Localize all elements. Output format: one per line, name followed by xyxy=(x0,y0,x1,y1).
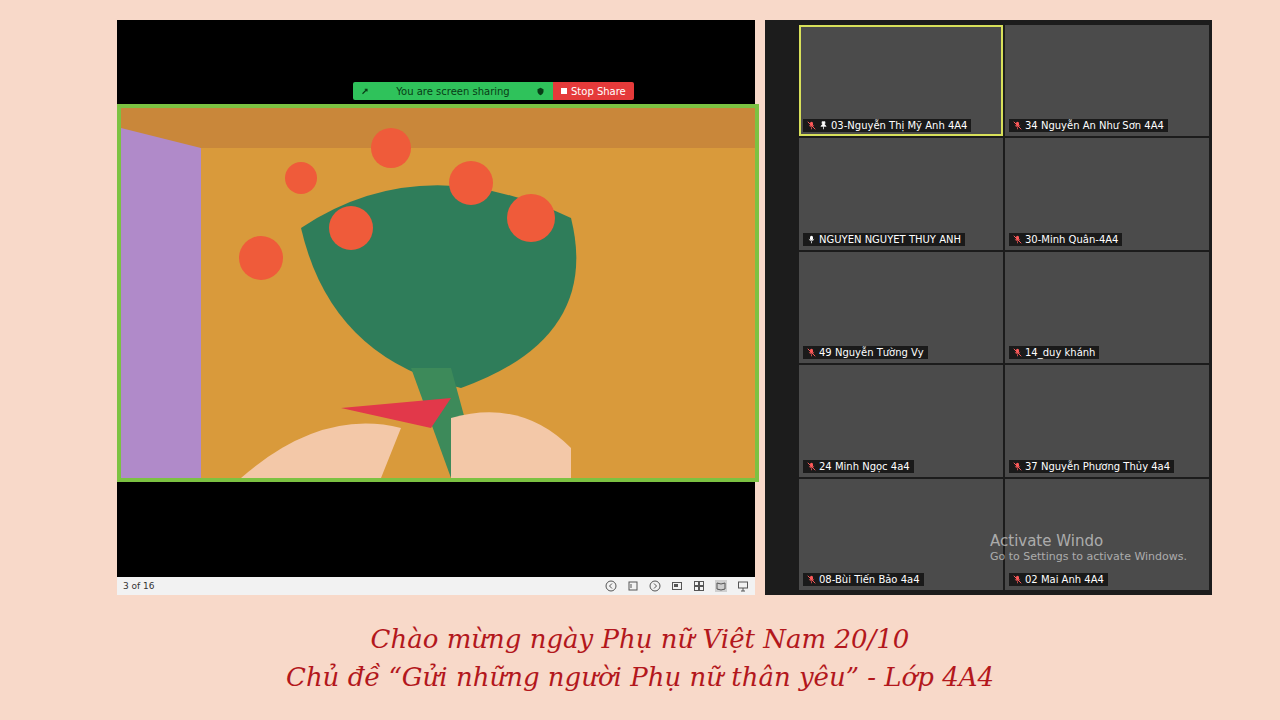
participant-tile[interactable]: 14_duy khánh xyxy=(1005,252,1209,363)
watermark-hint: Go to Settings to activate Windows. xyxy=(990,550,1187,563)
mic-muted-icon xyxy=(807,348,816,357)
mic-muted-icon xyxy=(1013,348,1022,357)
participant-tile[interactable]: 08-Bùi Tiến Bảo 4a4 xyxy=(799,479,1003,590)
previous-icon[interactable] xyxy=(605,580,617,592)
participant-tile[interactable]: 02 Mai Anh 4A4 xyxy=(1005,479,1209,590)
participant-tile[interactable]: 34 Nguyễn An Như Sơn 4A4 xyxy=(1005,25,1209,136)
caption-title: Chào mừng ngày Phụ nữ Việt Nam 20/10 xyxy=(371,624,910,654)
share-toolbar: You are screen sharing Stop Share xyxy=(353,82,634,100)
participant-tile[interactable]: 24 Minh Ngọc 4a4 xyxy=(799,365,1003,476)
meeting-stage: You are screen sharing Stop Share 3 of 16 0… xyxy=(0,0,1280,595)
participant-tile[interactable]: 49 Nguyễn Tường Vy xyxy=(799,252,1003,363)
share-top-area: You are screen sharing Stop Share xyxy=(117,20,755,104)
flower-bouquet-picture xyxy=(121,108,755,478)
participant-name: NGUYEN NGUYET THUY ANH xyxy=(819,234,961,245)
mic-muted-icon xyxy=(1013,462,1022,471)
shield-icon xyxy=(536,87,545,96)
share-blank xyxy=(117,482,755,577)
stop-share-label[interactable]: Stop Share xyxy=(571,86,626,97)
participant-name: 14_duy khánh xyxy=(1025,347,1095,358)
slideshow-icon[interactable] xyxy=(737,580,749,592)
stop-icon xyxy=(561,88,567,94)
participant-label: 49 Nguyễn Tường Vy xyxy=(803,346,928,359)
mic-muted-icon xyxy=(807,121,816,130)
stop-share-button[interactable]: Stop Share xyxy=(553,82,634,100)
participant-name: 03-Nguyễn Thị Mỹ Anh 4A4 xyxy=(831,120,967,131)
participant-name: 34 Nguyễn An Như Sơn 4A4 xyxy=(1025,120,1164,131)
mic-muted-icon xyxy=(807,575,816,584)
participant-tile[interactable]: 03-Nguyễn Thị Mỹ Anh 4A4 xyxy=(799,25,1003,136)
participant-label: 08-Bùi Tiến Bảo 4a4 xyxy=(803,573,924,586)
participant-label: 03-Nguyễn Thị Mỹ Anh 4A4 xyxy=(803,119,971,132)
sorter-view-icon[interactable] xyxy=(693,580,705,592)
mic-muted-icon xyxy=(1013,575,1022,584)
participant-name: 30-Minh Quân-4A4 xyxy=(1025,234,1118,245)
participant-label: 02 Mai Anh 4A4 xyxy=(1009,573,1108,586)
participant-label: 30-Minh Quân-4A4 xyxy=(1009,233,1122,246)
participant-tile[interactable]: NGUYEN NGUYET THUY ANH xyxy=(799,138,1003,249)
next-icon[interactable] xyxy=(649,580,661,592)
slide-picture xyxy=(117,104,759,482)
mic-muted-icon xyxy=(1013,121,1022,130)
share-icon xyxy=(361,87,370,96)
menu-icon[interactable] xyxy=(627,580,639,592)
pin-icon xyxy=(819,121,828,130)
activation-watermark: Activate WindoGo to Settings to activate… xyxy=(990,532,1187,563)
reading-view-icon[interactable] xyxy=(715,580,727,592)
slideshow-controls xyxy=(605,580,749,592)
participant-name: 37 Nguyễn Phương Thủy 4a4 xyxy=(1025,461,1170,472)
participant-label: 34 Nguyễn An Như Sơn 4A4 xyxy=(1009,119,1168,132)
participant-name: 08-Bùi Tiến Bảo 4a4 xyxy=(819,574,920,585)
participant-label: 37 Nguyễn Phương Thủy 4a4 xyxy=(1009,460,1174,473)
participant-name: 24 Minh Ngọc 4a4 xyxy=(819,461,910,472)
participant-label: 14_duy khánh xyxy=(1009,346,1099,359)
mic-icon xyxy=(807,235,816,244)
caption: Chào mừng ngày Phụ nữ Việt Nam 20/10 Chủ … xyxy=(0,595,1280,720)
slide-counter: 3 of 16 xyxy=(123,581,605,591)
watermark-title: Activate Windo xyxy=(990,532,1187,550)
slideshow-bar: 3 of 16 xyxy=(117,577,755,595)
mic-muted-icon xyxy=(1013,235,1022,244)
participant-label: 24 Minh Ngọc 4a4 xyxy=(803,460,914,473)
participant-name: 49 Nguyễn Tường Vy xyxy=(819,347,924,358)
participant-name: 02 Mai Anh 4A4 xyxy=(1025,574,1104,585)
participant-label: NGUYEN NGUYET THUY ANH xyxy=(803,233,965,246)
share-status: You are screen sharing xyxy=(353,82,553,100)
normal-view-icon[interactable] xyxy=(671,580,683,592)
participant-gallery: 03-Nguyễn Thị Mỹ Anh 4A4 34 Nguyễn An Như… xyxy=(765,20,1212,595)
participant-tile[interactable]: 30-Minh Quân-4A4 xyxy=(1005,138,1209,249)
screen-share-panel: You are screen sharing Stop Share 3 of 16 xyxy=(117,20,755,595)
mic-muted-icon xyxy=(807,462,816,471)
caption-subtitle: Chủ đề “Gửi những người Phụ nữ thân yêu”… xyxy=(286,662,994,692)
share-status-text: You are screen sharing xyxy=(376,86,530,97)
participant-tile[interactable]: 37 Nguyễn Phương Thủy 4a4 xyxy=(1005,365,1209,476)
